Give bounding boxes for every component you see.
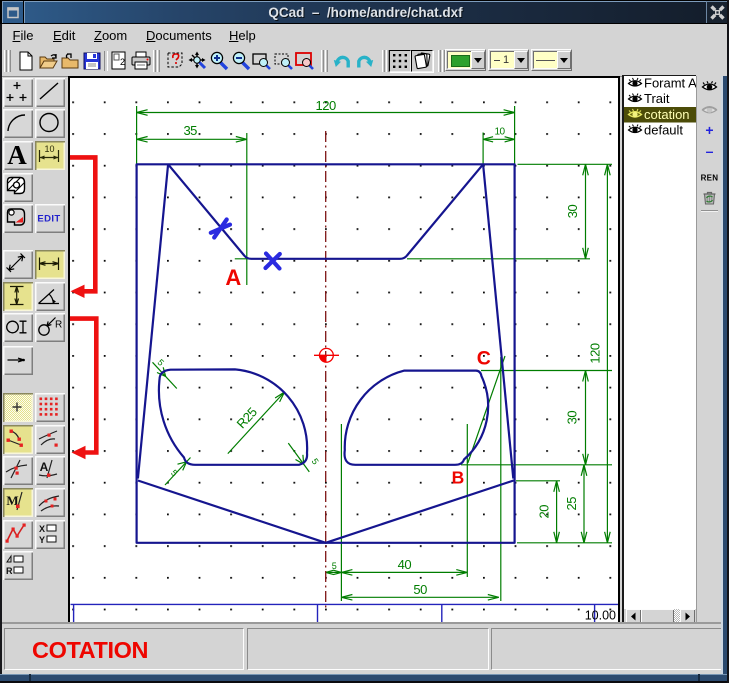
svg-text:A: A	[225, 265, 241, 290]
svg-text:B: B	[452, 468, 465, 488]
svg-text:REN: REN	[701, 174, 719, 183]
svg-text:default: default	[644, 123, 683, 138]
svg-text:Trait: Trait	[644, 91, 670, 106]
svg-text:50: 50	[413, 582, 427, 597]
svg-text:A: A	[40, 460, 49, 474]
svg-text:10: 10	[494, 127, 505, 138]
svg-text:10.00: 10.00	[585, 609, 616, 623]
svg-text:R: R	[55, 320, 62, 331]
svg-text:EDIT: EDIT	[37, 214, 60, 225]
svg-text:10: 10	[44, 144, 54, 154]
svg-text:5: 5	[332, 561, 337, 571]
svg-text:25: 25	[564, 497, 579, 511]
svg-text:40: 40	[398, 557, 412, 572]
svg-text:30: 30	[565, 205, 580, 219]
svg-text:C: C	[477, 348, 491, 370]
svg-text:R: R	[6, 566, 13, 576]
svg-text:20: 20	[537, 505, 552, 519]
svg-text:2: 2	[120, 57, 125, 67]
svg-text:+: +	[705, 122, 713, 138]
svg-text:Foramt A4: Foramt A4	[644, 76, 697, 91]
svg-text:30: 30	[565, 411, 580, 425]
svg-text:120: 120	[315, 98, 335, 113]
svg-text:120: 120	[588, 343, 603, 363]
svg-text:Y: Y	[39, 535, 45, 545]
svg-text:cotation: cotation	[644, 107, 690, 122]
svg-text:35: 35	[183, 123, 197, 138]
svg-text:A: A	[7, 141, 27, 168]
svg-text:X: X	[39, 524, 45, 534]
svg-text:–: –	[706, 143, 714, 159]
